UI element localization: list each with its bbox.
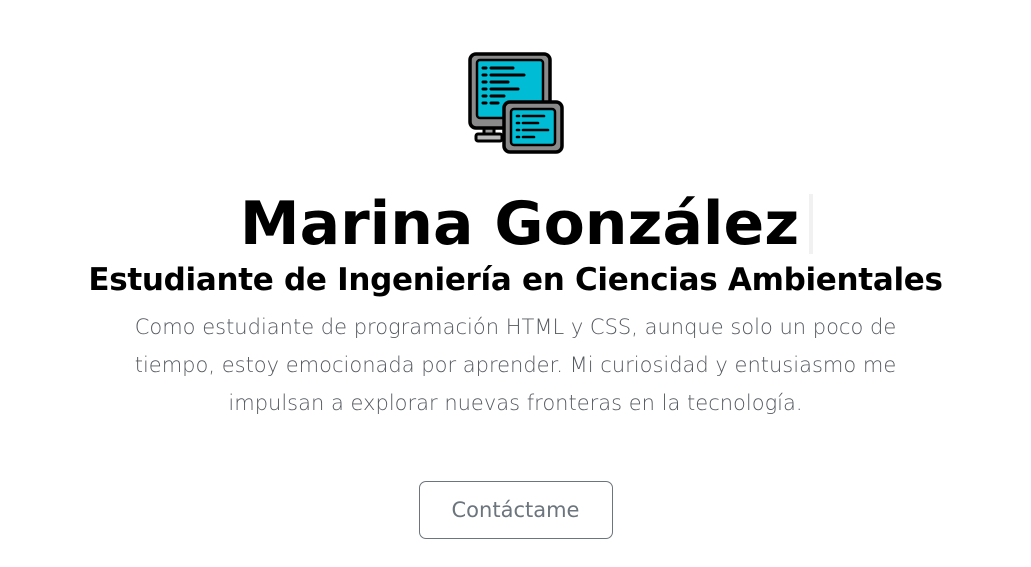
contact-button[interactable]: Contáctame — [418, 481, 613, 539]
code-monitor-icon — [467, 52, 564, 154]
hero-section: Marina González Estudiante de Ingeniería… — [0, 0, 1031, 567]
page-title: Marina González — [239, 189, 800, 259]
name-row: Marina González — [239, 186, 814, 262]
typing-cursor — [809, 194, 814, 254]
description-text: Como estudiante de programación HTML y C… — [134, 315, 897, 415]
subtitle: Estudiante de Ingeniería en Ciencias Amb… — [88, 262, 943, 298]
